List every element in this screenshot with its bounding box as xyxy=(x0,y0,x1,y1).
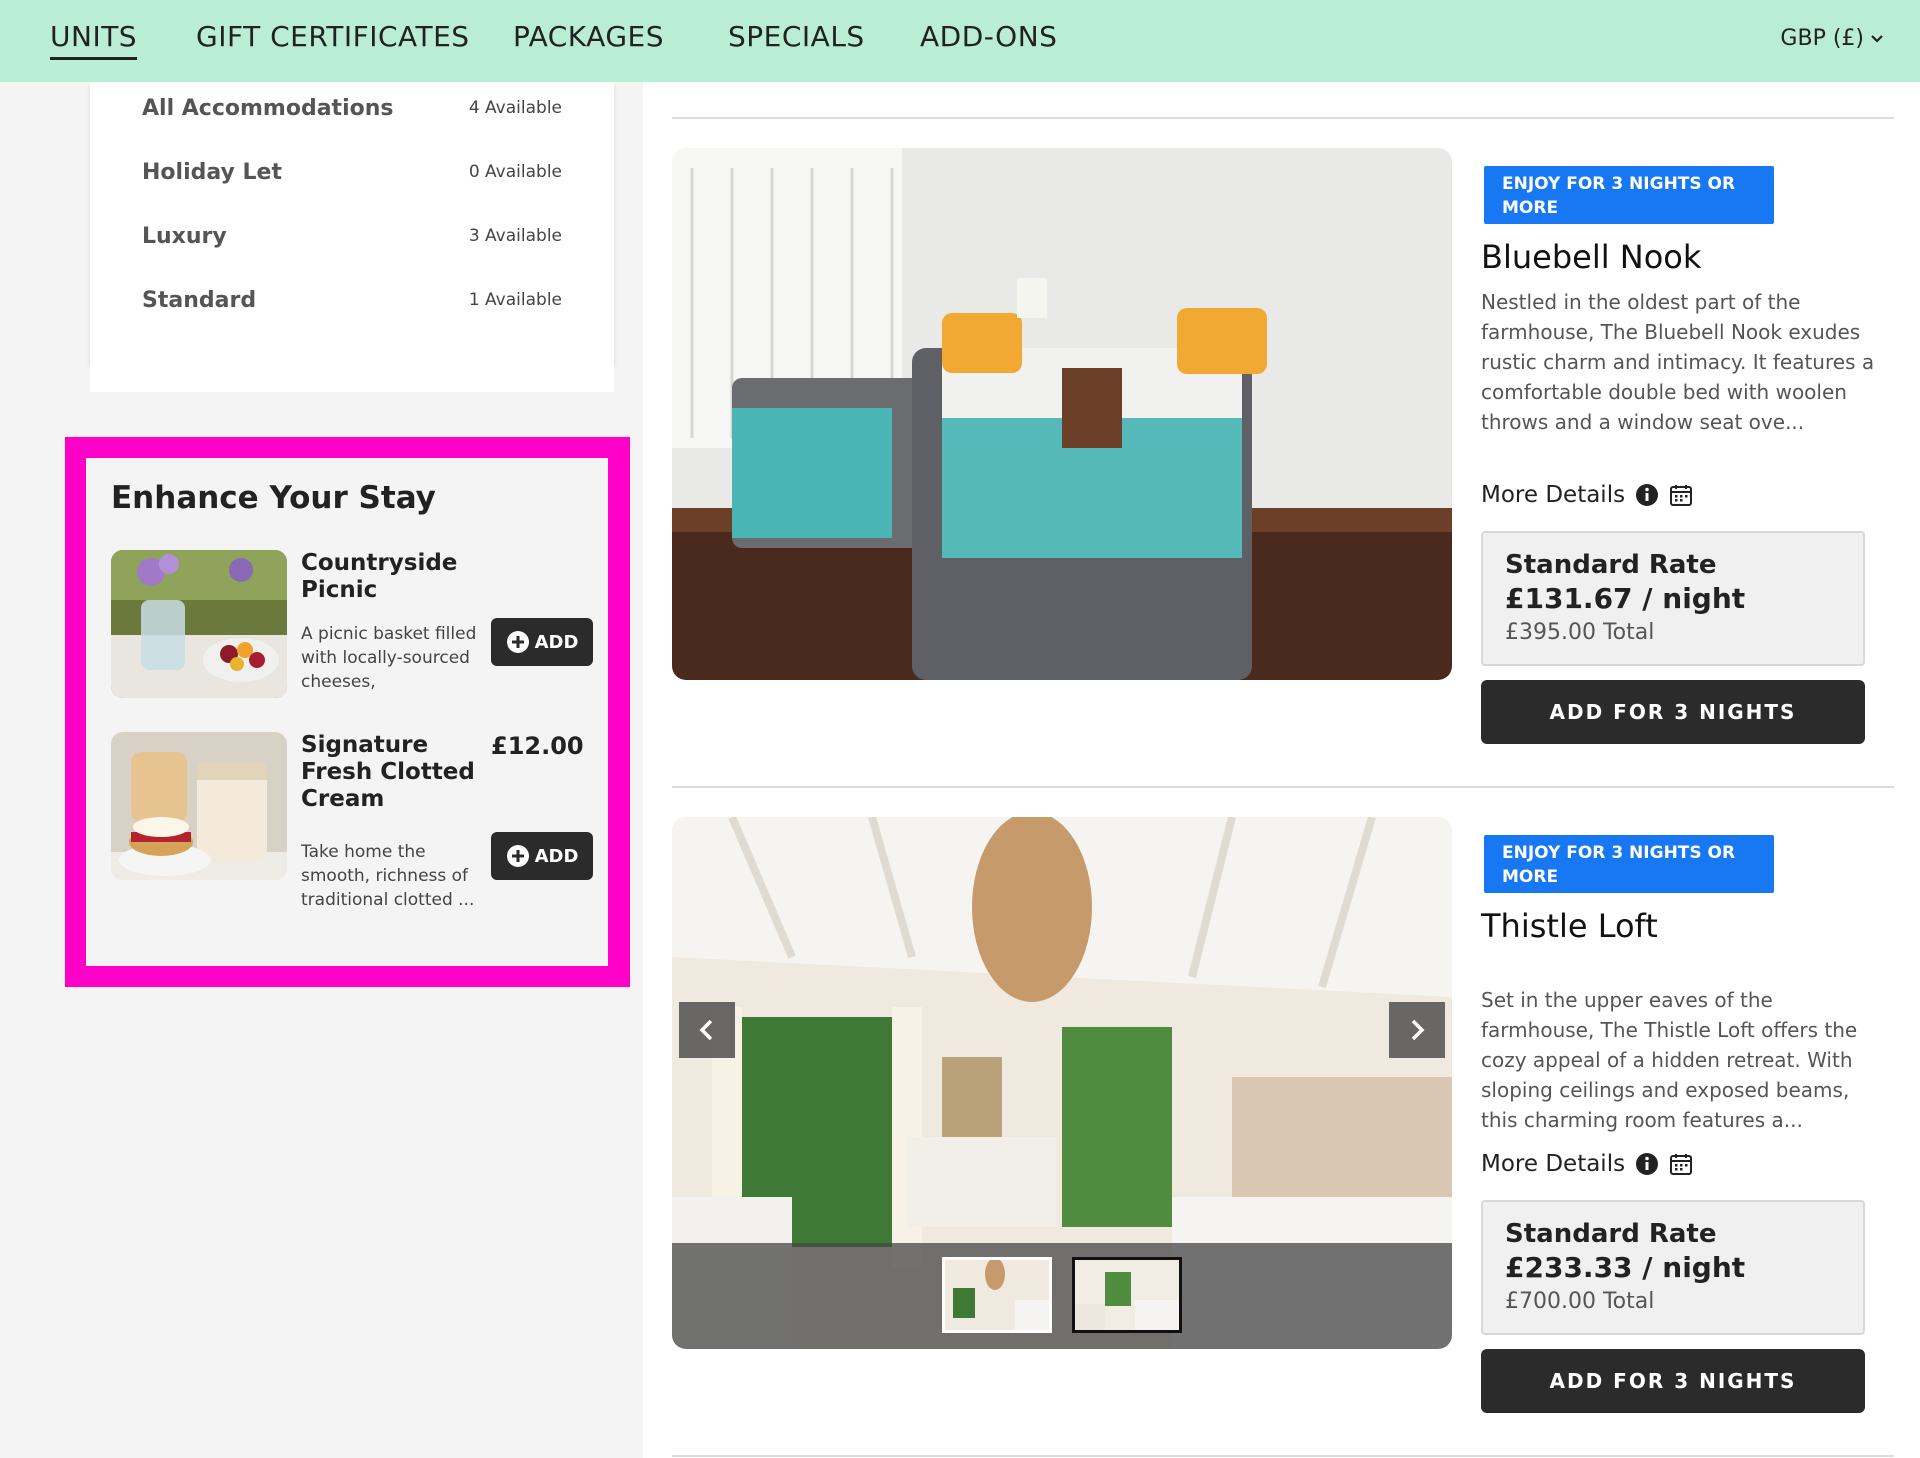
tab-gift-certificates[interactable]: GIFT CERTIFICATES xyxy=(196,20,470,53)
currency-label: GBP (£) xyxy=(1780,26,1864,51)
filter-name: Standard xyxy=(142,287,257,313)
rate-label: Standard Rate xyxy=(1505,1219,1717,1249)
tab-specials[interactable]: SPECIALS xyxy=(728,20,865,53)
photo-thumbnail-strip xyxy=(672,1243,1452,1349)
sidebar: All Accommodations 4 Available Holiday L… xyxy=(0,82,643,1458)
rate-total: £700.00 Total xyxy=(1505,1289,1655,1314)
chevron-right-icon xyxy=(1411,1019,1425,1041)
addon-price: £12.00 xyxy=(491,732,584,760)
currency-selector[interactable]: GBP (£) xyxy=(1780,26,1884,51)
filter-item-all[interactable]: All Accommodations 4 Available xyxy=(142,88,562,128)
previous-photo-button[interactable] xyxy=(679,1002,735,1058)
promo-line-1: ENJOY FOR 3 NIGHTS OR MORE xyxy=(1502,174,1736,218)
divider xyxy=(672,117,1894,119)
rate-per-night: £131.67 / night xyxy=(1505,582,1746,615)
chevron-down-icon xyxy=(1871,34,1883,43)
addon-item: Countryside Picnic A picnic basket fille… xyxy=(111,550,593,700)
addon-description: A picnic basket filled with locally-sour… xyxy=(301,624,477,692)
add-button-label: ADD xyxy=(534,845,579,867)
chevron-left-icon xyxy=(699,1019,713,1041)
plus-circle-icon xyxy=(506,845,529,867)
calendar-icon[interactable] xyxy=(1669,483,1693,507)
info-icon[interactable] xyxy=(1635,1152,1659,1176)
addon-name: Countryside Picnic xyxy=(301,550,458,603)
unit-filter-list: All Accommodations 4 Available Holiday L… xyxy=(90,82,614,364)
filter-name: Holiday Let xyxy=(142,159,282,185)
rate-box[interactable]: Standard Rate £131.67 / night £395.00 To… xyxy=(1481,531,1865,666)
promo-badge: ENJOY FOR 3 NIGHTS OR MORE (12/26/2024 -… xyxy=(1484,835,1774,911)
next-photo-button[interactable] xyxy=(1389,1002,1445,1058)
addon-image-clotted-cream xyxy=(111,732,287,880)
more-details-label: More Details xyxy=(1481,482,1626,508)
tab-packages[interactable]: PACKAGES xyxy=(513,20,664,53)
unit-description: Set in the upper eaves of the farmhouse,… xyxy=(1481,988,1858,1132)
rate-per-night: £233.33 / night xyxy=(1505,1251,1746,1284)
rate-total: £395.00 Total xyxy=(1505,620,1655,645)
filter-item-luxury[interactable]: Luxury 3 Available xyxy=(142,216,562,256)
unit-description: Nestled in the oldest part of the farmho… xyxy=(1481,290,1875,434)
divider xyxy=(672,1455,1894,1457)
promo-line-1: ENJOY FOR 3 NIGHTS OR MORE xyxy=(1502,843,1736,887)
filter-item-standard[interactable]: Standard 1 Available xyxy=(142,280,562,320)
tab-units[interactable]: UNITS xyxy=(50,20,138,60)
promo-badge: ENJOY FOR 3 NIGHTS OR MORE (12/26/2024 -… xyxy=(1484,166,1774,242)
more-details-link[interactable]: More Details xyxy=(1481,1151,1693,1177)
addon-name: Signature Fresh Clotted Cream xyxy=(301,732,475,812)
filter-available: 1 Available xyxy=(468,290,562,310)
more-details-label: More Details xyxy=(1481,1151,1626,1177)
filter-name: All Accommodations xyxy=(142,95,394,121)
enhance-title: Enhance Your Stay xyxy=(111,480,436,516)
filter-item-holiday-let[interactable]: Holiday Let 0 Available xyxy=(142,152,562,192)
add-picnic-button[interactable]: ADD xyxy=(491,618,593,666)
divider xyxy=(672,786,1894,788)
unit-photo-bluebell-nook[interactable] xyxy=(672,148,1452,680)
top-nav: UNITS GIFT CERTIFICATES PACKAGES SPECIAL… xyxy=(0,0,1920,82)
calendar-icon[interactable] xyxy=(1669,1152,1693,1176)
unit-title: Bluebell Nook xyxy=(1481,238,1702,276)
add-for-3-nights-button[interactable]: ADD FOR 3 NIGHTS xyxy=(1481,1349,1865,1413)
add-button-label: ADD xyxy=(534,631,579,653)
addon-image-picnic xyxy=(111,550,287,698)
filter-available: 4 Available xyxy=(468,98,562,118)
add-clotted-cream-button[interactable]: ADD xyxy=(491,832,593,880)
tab-add-ons[interactable]: ADD-ONS xyxy=(920,20,1057,53)
unit-title: Thistle Loft xyxy=(1481,907,1658,945)
filter-available: 0 Available xyxy=(468,162,562,182)
filter-available: 3 Available xyxy=(468,226,562,246)
filter-name: Luxury xyxy=(142,223,227,249)
addon-description: Take home the smooth, richness of tradit… xyxy=(301,842,475,910)
rate-label: Standard Rate xyxy=(1505,550,1717,580)
unit-photo-thistle-loft[interactable] xyxy=(672,817,1452,1349)
add-for-3-nights-button[interactable]: ADD FOR 3 NIGHTS xyxy=(1481,680,1865,744)
enhance-your-stay-panel: Enhance Your Stay Countryside Picnic A p… xyxy=(86,458,608,966)
photo-thumbnail[interactable] xyxy=(1072,1257,1182,1333)
rate-box[interactable]: Standard Rate £233.33 / night £700.00 To… xyxy=(1481,1200,1865,1335)
photo-thumbnail[interactable] xyxy=(942,1257,1052,1333)
info-icon[interactable] xyxy=(1635,483,1659,507)
plus-circle-icon xyxy=(506,631,529,653)
addon-item: Signature Fresh Clotted Cream Take home … xyxy=(111,732,593,910)
filter-card-footer xyxy=(90,364,614,392)
more-details-link[interactable]: More Details xyxy=(1481,482,1693,508)
